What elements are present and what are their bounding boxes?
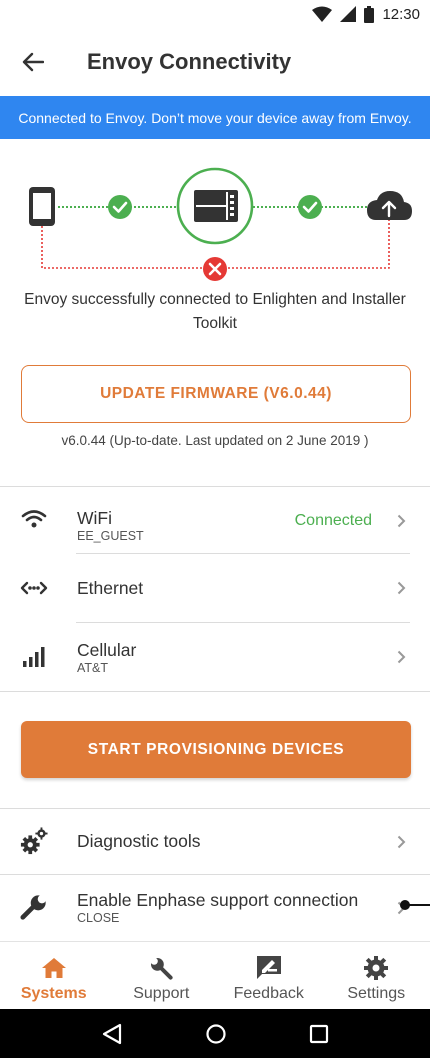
- system-navigation-bar: [0, 1009, 430, 1058]
- phone-icon: [29, 187, 55, 226]
- battery-icon: [364, 5, 375, 23]
- cell-signal-icon: [340, 6, 357, 22]
- banner-text: Connected to Envoy. Don’t move your devi…: [18, 109, 412, 126]
- divider: [0, 691, 430, 692]
- check-circle-icon: [298, 195, 322, 219]
- chevron-right-icon: [397, 650, 406, 664]
- cloud-upload-icon: [367, 191, 412, 220]
- update-firmware-button[interactable]: UPDATE FIRMWARE (V6.0.44): [21, 365, 411, 423]
- nav-support[interactable]: Support: [108, 942, 216, 1009]
- ethernet-icon: [20, 574, 48, 602]
- support-connection-label: Enable Enphase support connection: [77, 890, 359, 910]
- wifi-signal-icon: [312, 6, 333, 22]
- connection-message: Envoy successfully connected to Enlighte…: [24, 291, 406, 332]
- ethernet-label: Ethernet: [77, 578, 144, 598]
- diagnostic-text: Diagnostic tools: [77, 830, 201, 852]
- nav-support-label: Support: [133, 985, 190, 1002]
- feedback-icon: [255, 954, 283, 982]
- chevron-right-icon: [397, 581, 406, 595]
- home-icon: [40, 954, 68, 982]
- nav-systems[interactable]: Systems: [0, 942, 108, 1009]
- check-circle-icon: [108, 195, 132, 219]
- wifi-label: WiFi: [77, 508, 112, 528]
- app-bar: Envoy Connectivity: [0, 28, 430, 96]
- clock: 12:30: [382, 5, 420, 23]
- support-connection-row[interactable]: Enable Enphase support connection CLOSE: [0, 875, 430, 941]
- network-row-wifi[interactable]: WiFi EE_GUEST Connected: [0, 487, 430, 553]
- ethernet-text: Ethernet: [77, 577, 143, 599]
- nav-feedback-label: Feedback: [233, 985, 304, 1002]
- cellular-label: Cellular: [77, 640, 137, 660]
- network-row-cellular[interactable]: Cellular AT&T: [0, 623, 430, 691]
- gears-icon: [20, 827, 48, 855]
- firmware-status: v6.0.44 (Up-to-date. Last updated on 2 J…: [61, 433, 369, 448]
- envoy-device-icon: [176, 167, 254, 245]
- slider-handle-icon[interactable]: [398, 898, 430, 912]
- network-row-ethernet[interactable]: Ethernet: [0, 554, 430, 622]
- support-text: Enable Enphase support connection CLOSE: [77, 889, 358, 925]
- arrow-left-icon: [22, 52, 44, 72]
- back-triangle-icon[interactable]: [101, 1023, 123, 1045]
- chevron-right-icon: [397, 514, 406, 528]
- page-title: Envoy Connectivity: [87, 49, 292, 74]
- cellular-text: Cellular AT&T: [77, 639, 136, 675]
- support-connection-state: CLOSE: [77, 911, 120, 925]
- cellular-carrier: AT&T: [77, 661, 109, 675]
- wrench-icon: [20, 894, 48, 922]
- wifi-status: Connected: [294, 512, 372, 529]
- diagnostic-tools-row[interactable]: Diagnostic tools: [0, 809, 430, 874]
- wifi-text: WiFi EE_GUEST: [77, 507, 144, 543]
- error-circle-icon: [203, 257, 227, 281]
- home-circle-icon[interactable]: [205, 1023, 227, 1045]
- diagnostic-tools-label: Diagnostic tools: [77, 831, 201, 851]
- cellular-signal-icon: [20, 643, 48, 671]
- bottom-navigation: Systems Support Feedback Settings: [0, 941, 430, 1009]
- wifi-icon: [20, 505, 48, 533]
- connectivity-diagram: [29, 167, 412, 281]
- nav-feedback[interactable]: Feedback: [215, 942, 323, 1009]
- gear-icon: [362, 954, 390, 982]
- chevron-right-icon: [397, 835, 406, 849]
- wrench-icon: [147, 954, 175, 982]
- wifi-network-name: EE_GUEST: [77, 529, 144, 543]
- nav-systems-label: Systems: [20, 985, 87, 1002]
- nav-settings[interactable]: Settings: [323, 942, 430, 1009]
- back-button[interactable]: [0, 28, 66, 96]
- connection-banner: Connected to Envoy. Don’t move your devi…: [0, 96, 430, 139]
- start-provisioning-button[interactable]: START PROVISIONING DEVICES: [21, 721, 411, 778]
- recents-square-icon[interactable]: [309, 1024, 329, 1044]
- nav-settings-label: Settings: [347, 985, 406, 1002]
- status-bar: 12:30: [0, 0, 430, 28]
